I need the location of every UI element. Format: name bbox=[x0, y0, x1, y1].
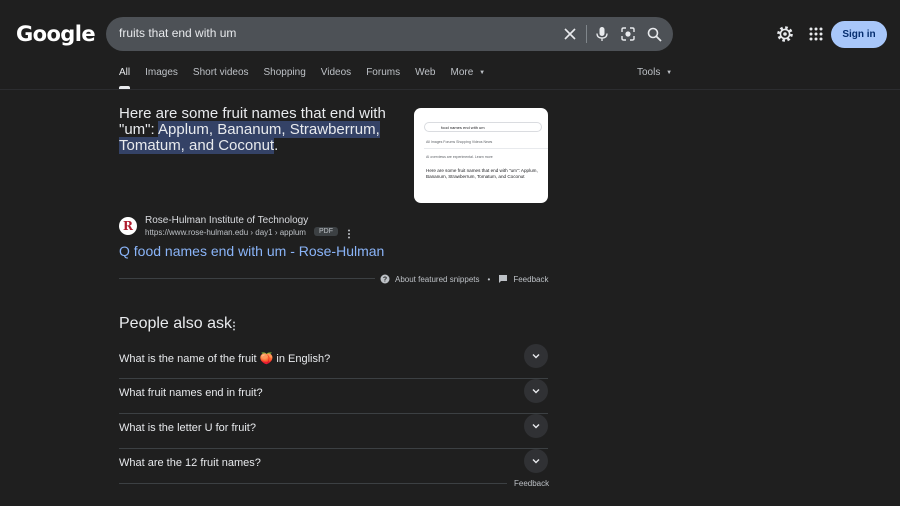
search-box[interactable]: fruits that end with um bbox=[106, 17, 673, 51]
chevron-down-icon[interactable] bbox=[524, 379, 548, 403]
paa-question-row[interactable]: What is the letter U for fruit? bbox=[119, 414, 548, 449]
svg-text:?: ? bbox=[383, 277, 387, 284]
thumbnail-text: Here are some fruit names that end with … bbox=[426, 168, 538, 179]
sign-in-button[interactable]: Sign in bbox=[831, 21, 887, 48]
paa-question-row[interactable]: What are the 12 fruit names? bbox=[119, 449, 548, 484]
paa-feedback-link[interactable]: Feedback bbox=[514, 479, 549, 488]
tab-more-label: More bbox=[450, 67, 474, 78]
paa-question-text: What is the name of the fruit 🍑 in Engli… bbox=[119, 353, 331, 365]
snippet-end: . bbox=[274, 137, 279, 154]
apps-grid-icon[interactable] bbox=[806, 24, 826, 44]
paa-question-text: What is the letter U for fruit? bbox=[119, 422, 256, 434]
logo-text: Google bbox=[16, 22, 96, 46]
tab-shopping[interactable]: Shopping bbox=[264, 67, 306, 89]
tab-web[interactable]: Web bbox=[415, 67, 435, 89]
help-icon: ? bbox=[380, 274, 390, 284]
search-tabs: All Images Short videos Shopping Videos … bbox=[119, 67, 485, 89]
source-url: https://www.rose-hulman.edu › day1 › app… bbox=[145, 228, 306, 237]
paa-question-text: What are the 12 fruit names? bbox=[119, 457, 261, 469]
paa-question-row[interactable]: What fruit names end in fruit? bbox=[119, 379, 548, 414]
footer-bullet: • bbox=[487, 274, 491, 284]
chevron-down-icon[interactable] bbox=[524, 414, 548, 438]
voice-search-icon[interactable] bbox=[593, 25, 611, 43]
settings-gear-icon[interactable] bbox=[775, 24, 795, 44]
featured-snippet-text: Here are some fruit names that end with … bbox=[119, 106, 404, 154]
pdf-badge: PDF bbox=[314, 227, 338, 236]
snippet-footer: ? About featured snippets • Feedback bbox=[380, 274, 548, 284]
search-icon[interactable] bbox=[645, 25, 663, 43]
thumbnail-divider bbox=[424, 148, 548, 149]
thumbnail-note: AI overviews are experimental. Learn mor… bbox=[426, 155, 493, 159]
tab-videos[interactable]: Videos bbox=[321, 67, 351, 89]
tools-dropdown-icon: ▼ bbox=[666, 70, 673, 76]
tab-short-videos[interactable]: Short videos bbox=[193, 67, 249, 89]
result-title-link[interactable]: Q food names end with um - Rose-Hulman bbox=[119, 243, 384, 259]
paa-footer-divider bbox=[119, 483, 507, 484]
paa-question-row[interactable]: What is the name of the fruit 🍑 in Engli… bbox=[119, 344, 548, 379]
tools-label: Tools bbox=[637, 67, 661, 78]
tab-images[interactable]: Images bbox=[145, 67, 178, 89]
source-name: Rose-Hulman Institute of Technology bbox=[145, 215, 309, 226]
snippet-thumbnail[interactable]: food names end with um All Images Forums… bbox=[414, 108, 548, 203]
tab-more[interactable]: More ▼ bbox=[450, 67, 485, 89]
clear-icon[interactable] bbox=[561, 25, 579, 43]
tab-forums[interactable]: Forums bbox=[366, 67, 400, 89]
header-divider bbox=[0, 89, 900, 90]
lens-search-icon[interactable] bbox=[619, 25, 637, 43]
snippet-highlight: Applum, Bananum, Strawberrum, Tomatum, a… bbox=[119, 121, 380, 154]
more-dropdown-icon: ▼ bbox=[479, 70, 486, 76]
search-divider bbox=[586, 25, 587, 43]
paa-more-options-icon[interactable] bbox=[230, 319, 238, 331]
rose-hulman-favicon: R bbox=[119, 217, 137, 235]
people-also-ask-heading: People also ask bbox=[119, 315, 232, 332]
chevron-down-icon[interactable] bbox=[524, 344, 548, 368]
snippet-footer-divider bbox=[119, 278, 375, 279]
feedback-icon bbox=[499, 275, 508, 283]
about-featured-snippets-link[interactable]: About featured snippets bbox=[395, 275, 480, 284]
feedback-link[interactable]: Feedback bbox=[513, 275, 548, 284]
thumbnail-query: food names end with um bbox=[441, 125, 485, 130]
search-input[interactable]: fruits that end with um bbox=[119, 26, 236, 40]
tools-button[interactable]: Tools ▼ bbox=[637, 67, 672, 78]
paa-question-text: What fruit names end in fruit? bbox=[119, 387, 263, 399]
more-options-icon[interactable] bbox=[345, 227, 353, 239]
chevron-down-icon[interactable] bbox=[524, 449, 548, 473]
google-logo[interactable]: Google bbox=[16, 21, 96, 47]
thumbnail-search-bar: food names end with um bbox=[424, 122, 542, 132]
thumbnail-tabs: All Images Forums Shopping Videos News bbox=[426, 140, 493, 144]
tab-all[interactable]: All bbox=[119, 67, 131, 89]
favicon-letter: R bbox=[123, 219, 133, 233]
